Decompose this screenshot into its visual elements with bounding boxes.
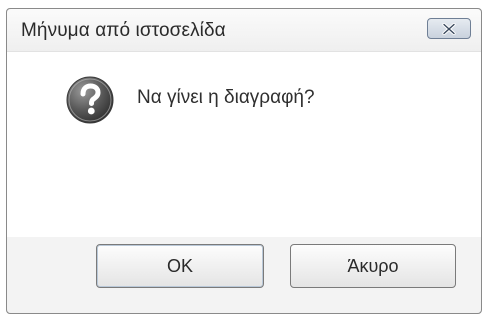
question-icon	[66, 76, 114, 124]
ok-button[interactable]: OK	[96, 244, 264, 288]
close-icon	[442, 22, 456, 35]
dialog-title: Μήνυμα από ιστοσελίδα	[21, 20, 226, 41]
dialog-message: Να γίνει η διαγραφή?	[137, 87, 315, 108]
cancel-button[interactable]: Άκυρο	[290, 244, 456, 288]
dialog-titlebar: Μήνυμα από ιστοσελίδα	[7, 9, 481, 52]
close-button[interactable]	[427, 18, 471, 39]
